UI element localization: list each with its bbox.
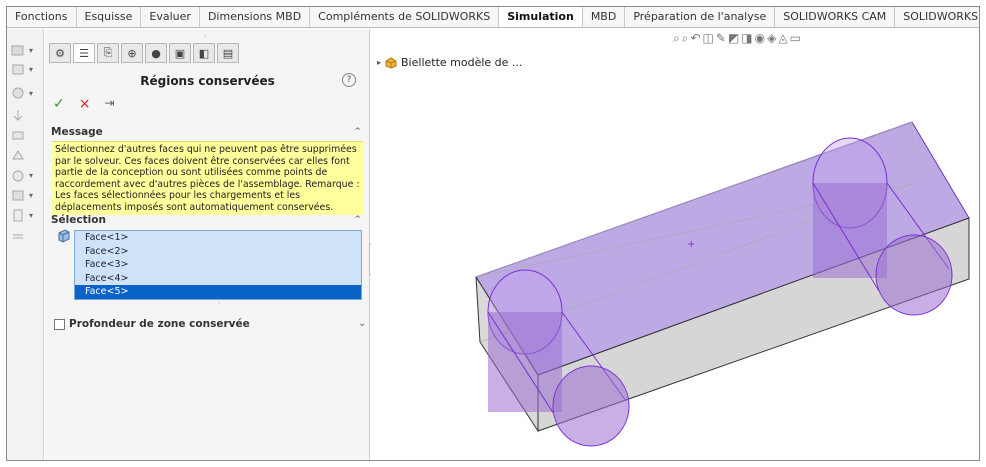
property-manager: ◦ ⚙ ☰ ⎘ ⊕ ● ▣ ◧ ▤ Régions conservées ? ✓… [45,29,370,460]
tab-solidworks-cam[interactable]: SOLIDWORKS CAM [775,7,896,27]
analysis-prep-tab-icon[interactable]: ▤ [217,43,239,63]
right-hole-bottom[interactable] [875,234,953,316]
command-manager-tabs: Fonctions Esquisse Evaluer Dimensions MB… [7,7,979,28]
chevron-down-icon[interactable]: ▾ [29,65,33,74]
face-selection-list[interactable]: Face<1> Face<2> Face<3> Face<4> Face<5> [74,230,362,300]
pin-icon[interactable]: ⇥ [104,96,114,112]
ok-check-icon[interactable]: ✓ [53,96,65,112]
cancel-x-icon[interactable]: × [79,96,91,112]
chevron-down-icon[interactable]: ▾ [29,191,33,200]
tab-esquisse[interactable]: Esquisse [77,7,142,27]
fixture-icon[interactable] [11,87,25,100]
list-resize-grip[interactable]: ◦ [217,300,221,308]
graphics-area[interactable]: ⌕⌕↶◫✎◩◨◉◈◬▭ ▸ Biellette modèle de ... + [371,29,979,460]
tab-fonctions[interactable]: Fonctions [7,7,77,27]
3d-model-view: + [475,121,970,447]
configuration-manager-tab-icon[interactable]: ⎘ [97,43,119,63]
mesh-icon[interactable] [11,63,25,76]
action-buttons: ✓ × ⇥ [53,96,115,112]
chevron-down-icon[interactable]: ▾ [29,171,33,180]
right-hole-body[interactable] [813,183,887,278]
depth-checkbox-label: Profondeur de zone conservée [69,318,250,330]
list-item[interactable]: Face<3> [75,258,361,272]
help-icon[interactable]: ? [342,73,356,87]
chevron-up-icon[interactable]: ⌃ [353,214,362,226]
report-icon[interactable] [11,209,25,222]
tab-preparation-analyse[interactable]: Préparation de l'analyse [625,7,776,27]
message-box: Sélectionnez d'autres faces qui ne peuve… [52,141,363,215]
selection-header-label: Sélection [51,214,106,226]
page-title: Régions conservées [140,74,275,88]
property-manager-tab-icon[interactable]: ☰ [73,43,95,63]
chevron-down-icon[interactable]: ▾ [29,89,33,98]
manager-tabs: ⚙ ☰ ⎘ ⊕ ● ▣ ◧ ▤ [49,43,239,63]
solidworks-window: Fonctions Esquisse Evaluer Dimensions MB… [6,6,980,461]
tab-mbd[interactable]: MBD [583,7,626,27]
chevron-down-icon[interactable]: ▾ [29,46,33,55]
depth-checkbox[interactable] [54,318,65,330]
message-section-header[interactable]: Message ⌃ [51,126,364,142]
compare-icon[interactable] [11,229,25,242]
tab-solidworks-cam-tbm[interactable]: SOLIDWORKS CAM TBM [895,7,979,27]
list-item-selected[interactable]: Face<5> [75,285,361,299]
list-item[interactable]: Face<4> [75,272,361,286]
run-icon[interactable] [11,169,25,182]
chevron-up-icon[interactable]: ⌃ [353,126,362,138]
tab-dimensions-mbd[interactable]: Dimensions MBD [200,7,311,27]
command-icon-rail: ▾ ▾ ▾ ▾ ▾ ▾ [7,29,44,460]
chevron-down-icon[interactable]: ⌄ [358,318,366,329]
connection-icon[interactable] [11,129,25,142]
list-item[interactable]: Face<2> [75,245,361,259]
display-manager-tab-icon[interactable]: ● [145,43,167,63]
list-item[interactable]: Face<1> [75,231,361,245]
shell-icon[interactable] [11,149,25,162]
chevron-down-icon[interactable]: ▾ [29,211,33,220]
depth-option-row[interactable]: Profondeur de zone conservée [54,318,250,330]
panel-grip[interactable]: ◦ [203,32,208,41]
cam-tab-icon[interactable]: ▣ [169,43,191,63]
feature-manager-tab-icon[interactable]: ⚙ [49,43,71,63]
origin-marker: + [687,239,695,250]
message-header-label: Message [51,126,103,138]
results-icon[interactable] [11,189,25,202]
study-icon[interactable] [11,44,25,57]
face-selection-icon [58,229,70,243]
simulation-tab-icon[interactable]: ◧ [193,43,215,63]
tab-simulation[interactable]: Simulation [499,7,583,27]
tab-evaluer[interactable]: Evaluer [141,7,200,27]
left-hole-body[interactable] [488,312,562,412]
load-icon[interactable] [11,109,25,122]
left-hole-bottom[interactable] [552,365,630,447]
dimxpert-tab-icon[interactable]: ⊕ [121,43,143,63]
selection-section-header[interactable]: Sélection ⌃ [51,214,364,230]
tab-complements-solidworks[interactable]: Compléments de SOLIDWORKS [310,7,500,27]
